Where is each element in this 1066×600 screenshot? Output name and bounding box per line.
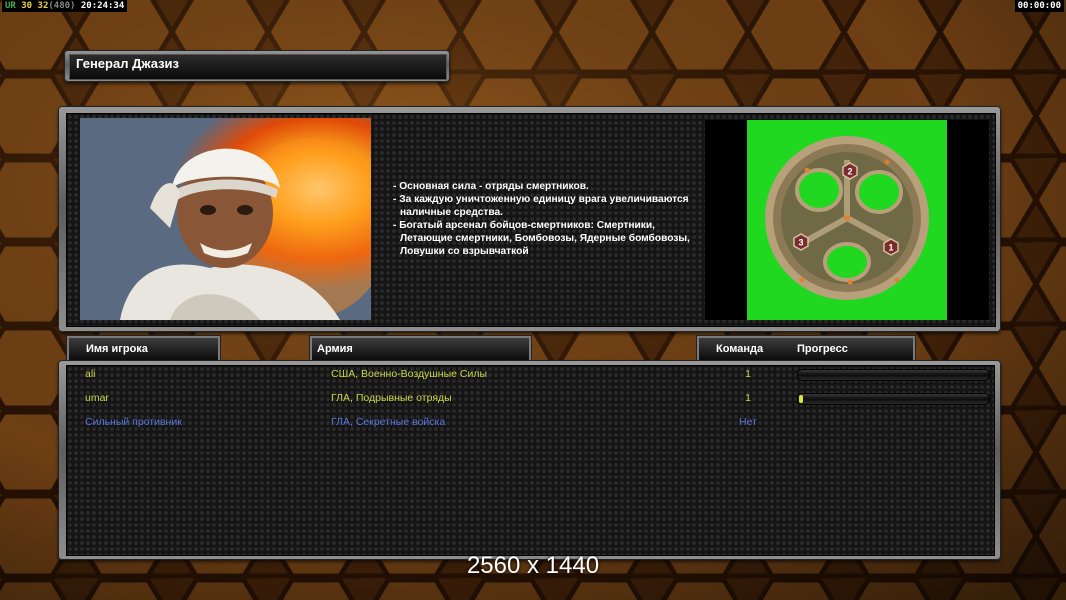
- game-clock: 00:00:00: [1014, 0, 1064, 12]
- fps-limit: 32: [37, 1, 49, 11]
- general-portrait: [80, 118, 371, 320]
- fps-extra: (480): [48, 1, 76, 11]
- fps-value: 30: [21, 1, 33, 11]
- player-name: umar: [85, 392, 109, 404]
- player-team: Нет: [739, 416, 757, 428]
- column-header-progress-label: Прогресс: [797, 343, 848, 355]
- general-description: - Основная сила - отряды смертников. - З…: [393, 180, 693, 258]
- player-name: ali: [85, 368, 96, 380]
- column-header-army-label: Армия: [317, 343, 353, 355]
- player-army: ГЛА, Секретные войска: [331, 416, 446, 428]
- description-line: - Основная сила - отряды смертников.: [393, 181, 589, 192]
- player-team: 1: [745, 368, 751, 380]
- player-team: 1: [745, 392, 751, 404]
- column-header-player[interactable]: Имя игрока: [67, 336, 220, 362]
- player-progress-fill: [799, 395, 803, 403]
- start-position-marker[interactable]: 1: [883, 238, 899, 256]
- player-progress-bar: [797, 393, 990, 405]
- map-preview[interactable]: 2 3 1: [747, 120, 947, 320]
- start-position-label: 2: [847, 167, 852, 177]
- fps-prefix: UR: [5, 1, 16, 11]
- description-line: - Богатый арсенал бойцов-смертников: Сме…: [393, 220, 690, 257]
- general-name: Генерал Джазиз: [76, 56, 180, 71]
- start-position-label: 3: [798, 238, 803, 248]
- column-header-team-progress[interactable]: Команда Прогресс: [697, 336, 915, 362]
- player-name: Сильный противник: [85, 416, 182, 428]
- column-header-team-label: Команда: [716, 343, 764, 355]
- start-position-label: 1: [888, 243, 893, 253]
- system-time: 20:24:34: [80, 1, 125, 11]
- column-header-army[interactable]: Армия: [310, 336, 531, 362]
- column-header-player-label: Имя игрока: [86, 343, 148, 355]
- start-position-marker[interactable]: 2: [842, 162, 858, 180]
- fps-counter: UR 30 32(480) 20:24:34: [2, 0, 128, 12]
- player-row[interactable]: umar ГЛА, Подрывные отряды 1: [0, 390, 1066, 410]
- player-army: США, Военно-Воздушные Силы: [331, 368, 487, 380]
- description-line: - За каждую уничтоженную единицу врага у…: [393, 194, 689, 218]
- player-army: ГЛА, Подрывные отряды: [331, 392, 452, 404]
- start-position-marker[interactable]: 3: [793, 233, 809, 251]
- player-progress-bar: [797, 369, 990, 381]
- player-row[interactable]: Сильный противник ГЛА, Секретные войска …: [0, 414, 1066, 434]
- player-row[interactable]: ali США, Военно-Воздушные Силы 1: [0, 366, 1066, 386]
- resolution-overlay: 2560 x 1440: [466, 552, 600, 579]
